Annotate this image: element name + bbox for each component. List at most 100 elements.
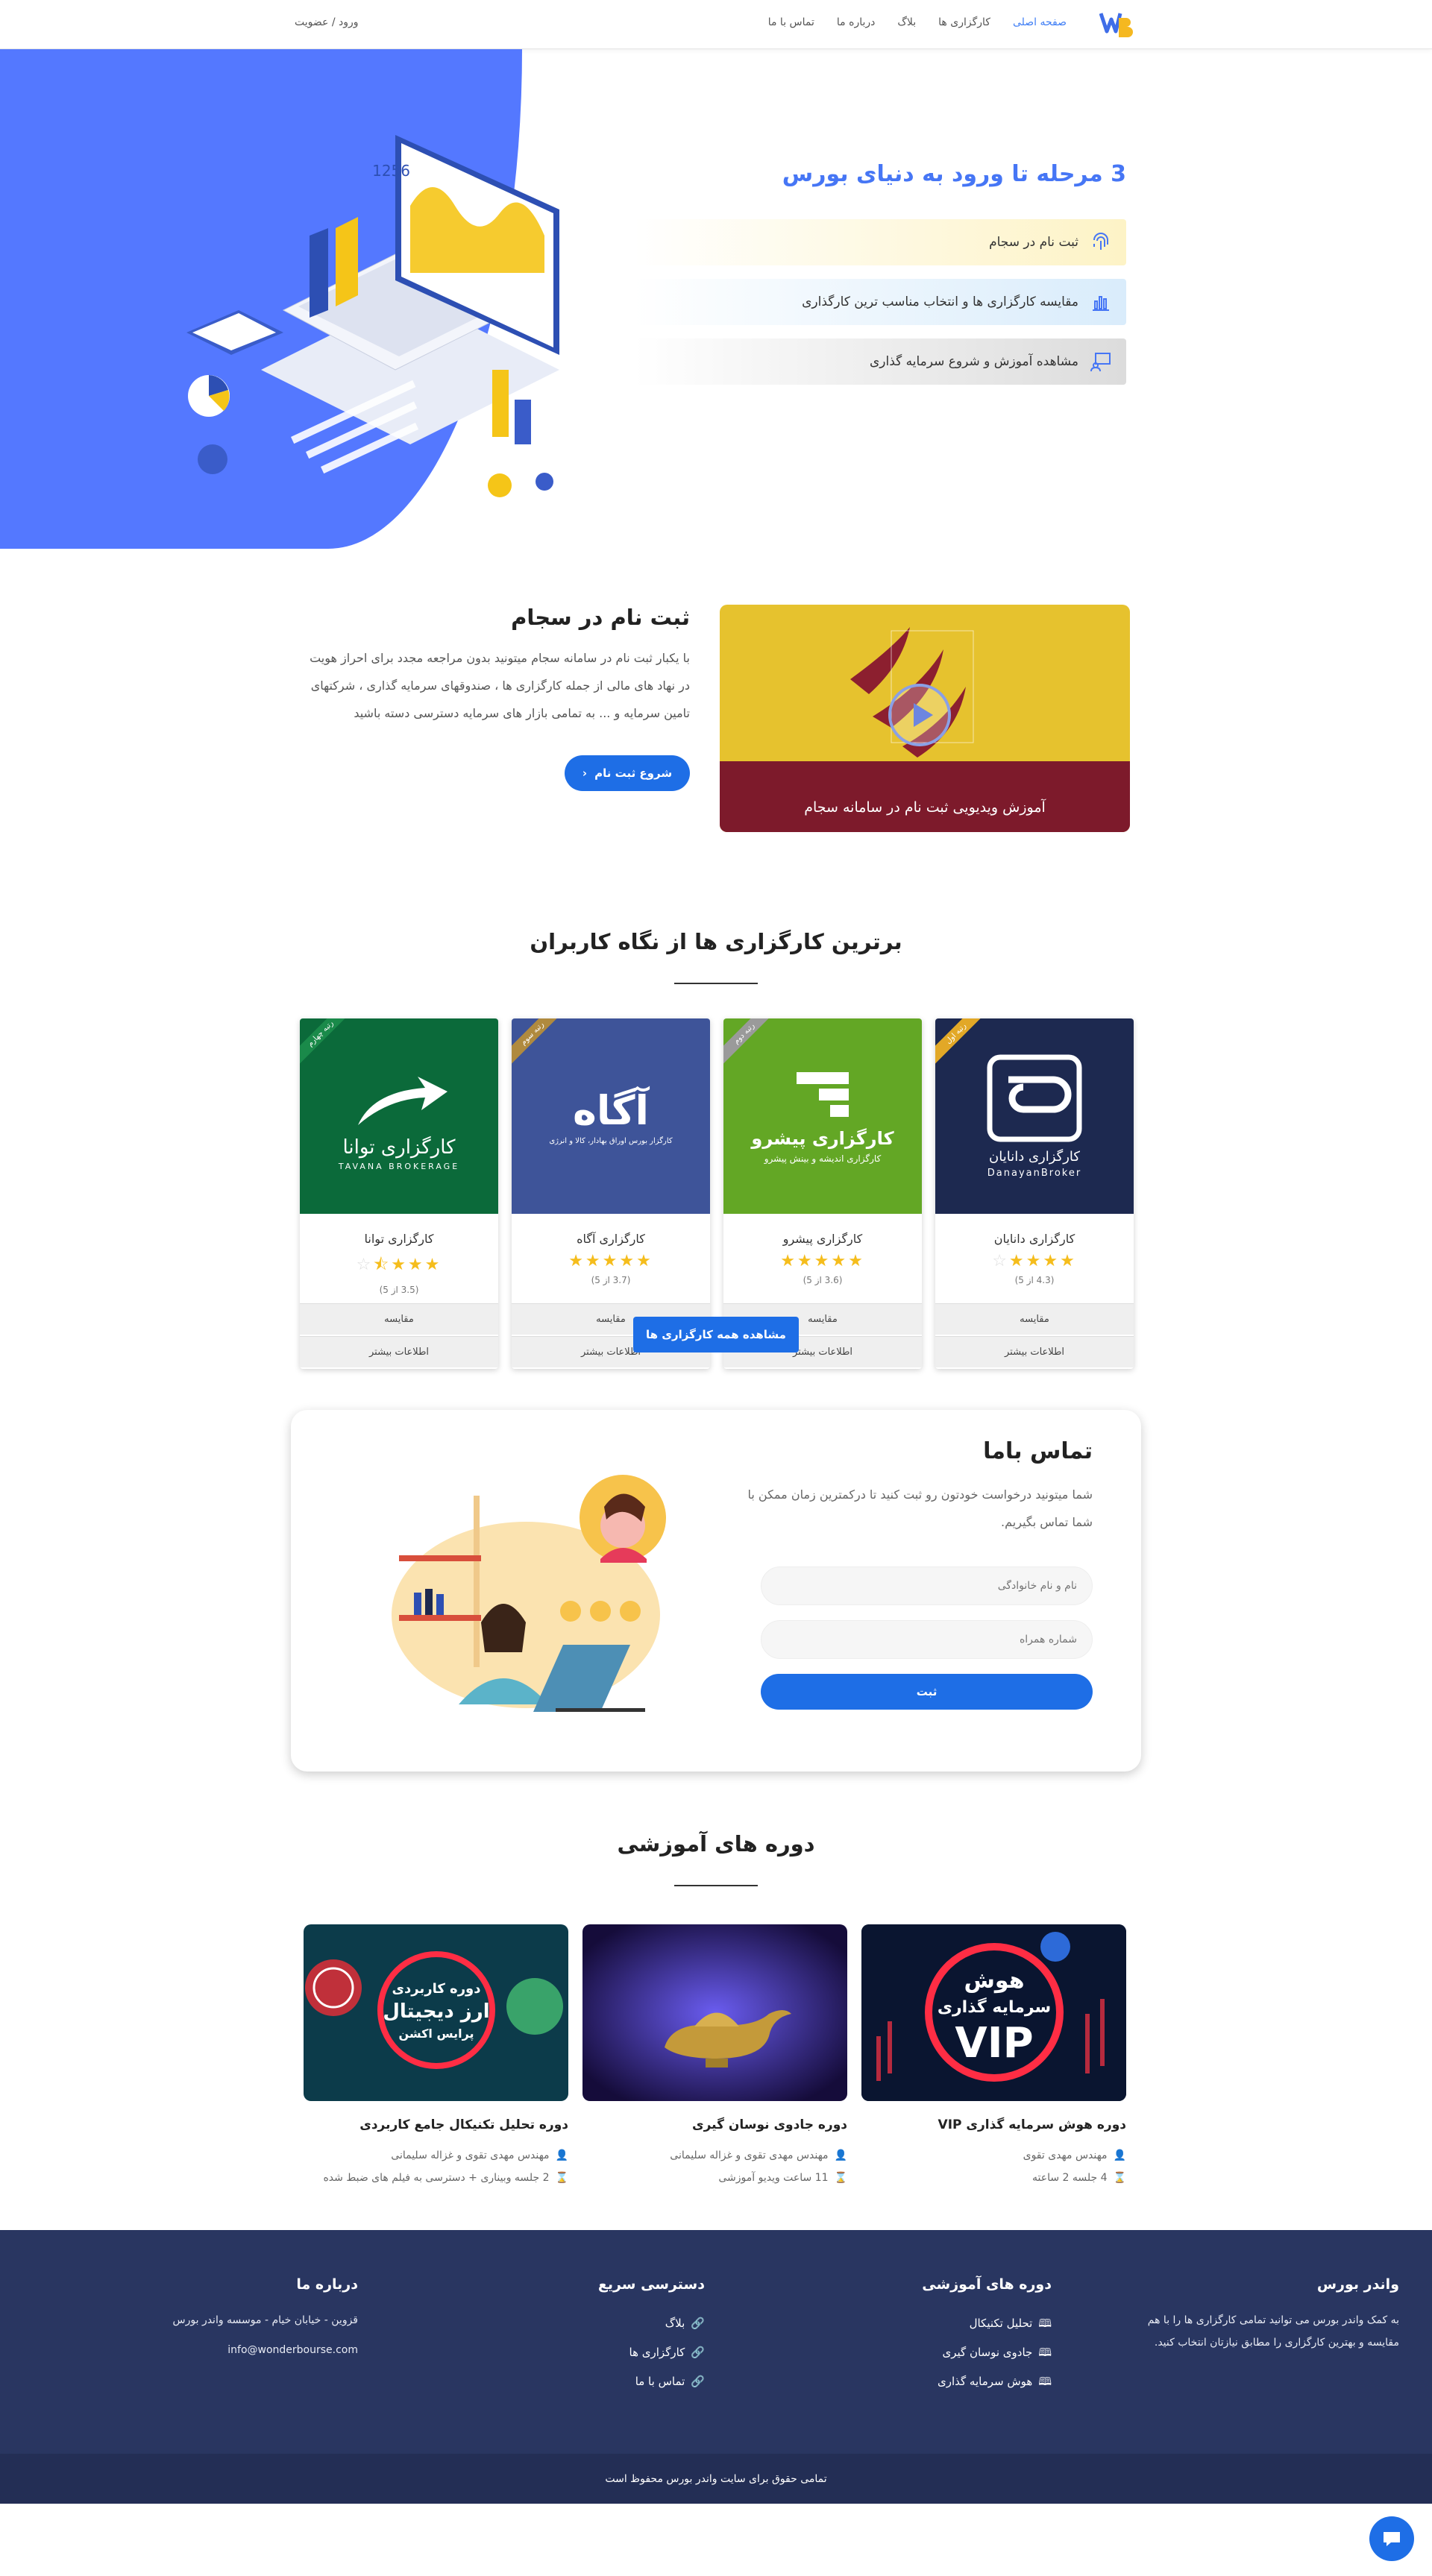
- book-icon: 🕮: [1038, 2317, 1052, 2330]
- course-image: دوره کاربردی ارز دیجیتال پرایس اکشن: [304, 1924, 568, 2101]
- course-image: [582, 1924, 847, 2101]
- user-icon: 👤: [834, 2150, 847, 2161]
- footer-link[interactable]: 🔗 بلاگ: [598, 2309, 705, 2338]
- hourglass-icon: ⌛: [555, 2172, 568, 2184]
- main-nav: صفحه اصلی کارگزاری ها بلاگ درباره ما تما…: [768, 16, 1067, 28]
- title-divider: [674, 983, 758, 984]
- sejam-section: آموزش ویدیویی ثبت نام در سامانه سجام ثبت…: [0, 549, 1432, 862]
- course-card-vip[interactable]: هوش سرمایه گذاری VIP دوره هوش سرمایه گذا…: [861, 1924, 1126, 2189]
- video-bar: [720, 761, 1130, 832]
- course-title[interactable]: دوره تحلیل تکنیکال جامع کاربردی: [304, 2117, 568, 2132]
- footer-link[interactable]: 🕮 هوش سرمایه گذاری: [922, 2367, 1052, 2396]
- tavana-logo-icon: [358, 1076, 448, 1125]
- footer-courses: دوره های آموزشی 🕮 تحلیل تکنیکال 🕮 جادوی نو…: [922, 2276, 1052, 2396]
- broker-name: کارگزاری پیشرو: [782, 1232, 863, 1246]
- course-card-swing[interactable]: دوره جادوی نوسان گیری 👤 مهندس مهدی تقوی و…: [582, 1924, 847, 2189]
- courses-title: دوره های آموزشی: [617, 1831, 815, 1857]
- button-label: شروع ثبت نام: [594, 766, 673, 780]
- step-label: مقایسه کارگزاری ها و انتخاب مناسب ترین ک…: [802, 295, 1078, 309]
- course-teacher: مهندس مهدی تقوی و غزاله سلیمانی: [670, 2150, 829, 2161]
- rank-ribbon: رتبه دوم: [723, 1018, 780, 1075]
- broker-logo: کارگزاری توانا TAVANA BROKERAGE رتبه چها…: [300, 1018, 498, 1214]
- logo-text: کارگزاری پیشرو: [751, 1128, 894, 1149]
- steps-title: 3 مرحله تا ورود به دنیای بورس: [782, 161, 1126, 187]
- step-sejam[interactable]: ثبت نام در سجام: [634, 219, 1126, 265]
- footer-email[interactable]: info@wonderbourse.com: [173, 2339, 358, 2361]
- video-caption: آموزش ویدیویی ثبت نام در سامانه سجام: [804, 799, 1046, 816]
- hourglass-icon: ⌛: [1113, 2172, 1126, 2184]
- course-art-text: ارز دیجیتال: [383, 2000, 489, 2023]
- submit-button[interactable]: ثبت: [761, 1674, 1093, 1710]
- broker-name: کارگزاری آگاه: [577, 1232, 645, 1246]
- course-card-technical[interactable]: دوره کاربردی ارز دیجیتال پرایس اکشن دوره…: [304, 1924, 568, 2189]
- hero-section: 1256 3 مرحله تا ورود به دنیای بورس ثبت ن…: [0, 49, 1432, 549]
- course-art-text: دوره کاربردی: [392, 1981, 481, 1997]
- more-info-button[interactable]: اطلاعات بیشتر: [935, 1336, 1134, 1367]
- course-title[interactable]: دوره هوش سرمایه گذاری VIP: [861, 2117, 1126, 2132]
- link-icon: 🔗: [691, 2346, 705, 2359]
- course-duration: 2 جلسه وبیناری + دسترسی به فیلم های ضبط …: [323, 2172, 550, 2184]
- bar-chart-icon: [1089, 290, 1113, 314]
- view-all-brokers-button[interactable]: مشاهده همه کارگزاری ها: [633, 1317, 799, 1352]
- footer-heading: دوره های آموزشی: [922, 2276, 1052, 2293]
- course-title[interactable]: دوره جادوی نوسان گیری: [582, 2117, 847, 2132]
- broker-logo: کارگزاری پیشرو کارگزاری اندیشه و بینش پی…: [723, 1018, 922, 1214]
- contact-title: تماس باما: [983, 1438, 1093, 1464]
- step-compare[interactable]: مقایسه کارگزاری ها و انتخاب مناسب ترین ک…: [634, 279, 1126, 325]
- footer-link[interactable]: 🔗 تماس با ما: [598, 2367, 705, 2396]
- art-number: 1256: [372, 162, 410, 180]
- course-vip-art: هوش سرمایه گذاری VIP: [861, 1924, 1126, 2101]
- nav-contact[interactable]: تماس با ما: [768, 16, 814, 28]
- broker-logo: کارگزاری دانایان DanayanBroker رتبه اول: [935, 1018, 1134, 1214]
- link-icon: 🔗: [691, 2375, 705, 2388]
- broker-card-tavana[interactable]: کارگزاری توانا TAVANA BROKERAGE رتبه چها…: [300, 1018, 498, 1369]
- brokers-section: برترین کارگزاری ها از نگاه کاربران کارگز…: [0, 862, 1432, 1391]
- rating-text: (3.7 از 5): [591, 1275, 631, 1285]
- copyright-bar: تمامی حقوق برای سایت واندر بورس محفوظ اس…: [0, 2454, 1432, 2504]
- footer-link[interactable]: 🕮 تحلیل تکنیکال: [922, 2309, 1052, 2338]
- phone-input[interactable]: [761, 1620, 1093, 1659]
- start-register-button[interactable]: شروع ثبت نام ‹: [565, 755, 690, 791]
- nav-brokers[interactable]: کارگزاری ها: [938, 16, 990, 28]
- compare-button[interactable]: مقایسه: [300, 1303, 498, 1335]
- footer-address: قزوین - خیابان خیام - موسسه واندر بورس: [172, 2314, 358, 2326]
- title-divider: [674, 1885, 758, 1886]
- step-learn[interactable]: مشاهده آموزش و شروع سرمایه گذاری: [634, 338, 1126, 385]
- footer-link[interactable]: 🔗 کارگزاری ها: [598, 2338, 705, 2367]
- site-logo[interactable]: [1099, 9, 1134, 39]
- brokers-title: برترین کارگزاری ها از نگاه کاربران: [530, 929, 902, 954]
- footer-link[interactable]: 🕮 جادوی نوسان گیری: [922, 2338, 1052, 2367]
- course-meta: 👤 مهندس مهدی تقوی ⌛ 4 جلسه 2 ساعته: [861, 2144, 1126, 2189]
- footer-contact: درباره ما قزوین - خیابان خیام - موسسه وا…: [173, 2276, 358, 2361]
- name-input[interactable]: [761, 1566, 1093, 1605]
- step-label: مشاهده آموزش و شروع سرمایه گذاری: [869, 354, 1078, 369]
- login-link[interactable]: ورود / عضویت: [295, 16, 359, 28]
- magic-lamp-art: [582, 1924, 847, 2101]
- chat-button[interactable]: [1369, 2516, 1414, 2561]
- user-icon: 👤: [555, 2150, 568, 2161]
- sejam-description: با یکبار ثبت نام در سامانه سجام میتونید …: [310, 651, 690, 720]
- course-meta: 👤 مهندس مهدی تقوی و غزاله سلیمانی ⌛ 2 جلسه…: [304, 2144, 568, 2189]
- play-icon[interactable]: [884, 679, 955, 751]
- footer-heading: درباره ما: [296, 2276, 358, 2293]
- course-meta: 👤 مهندس مهدی تقوی و غزاله سلیمانی ⌛ 11 ساع…: [582, 2144, 847, 2189]
- nav-blog[interactable]: بلاگ: [897, 16, 916, 28]
- user-icon: 👤: [1113, 2150, 1126, 2161]
- nav-home[interactable]: صفحه اصلی: [1013, 16, 1067, 28]
- star-rating: ★★★★★: [780, 1252, 865, 1270]
- star-rating: ★★★★★: [568, 1252, 653, 1270]
- logo-text: کارگزاری دانایان: [989, 1149, 1080, 1165]
- course-art-text: VIP: [955, 2019, 1033, 2068]
- broker-card-danayan[interactable]: کارگزاری دانایان DanayanBroker رتبه اول …: [935, 1018, 1134, 1369]
- sejam-video[interactable]: آموزش ویدیویی ثبت نام در سامانه سجام: [720, 605, 1130, 832]
- site-header: صفحه اصلی کارگزاری ها بلاگ درباره ما تما…: [0, 0, 1432, 49]
- rank-ribbon: رتبه چهارم: [300, 1018, 357, 1075]
- course-duration: 4 جلسه 2 ساعته: [1032, 2172, 1108, 2184]
- compare-button[interactable]: مقایسه: [935, 1303, 1134, 1335]
- pishro-logo-icon: [797, 1072, 849, 1117]
- nav-about[interactable]: درباره ما: [837, 16, 875, 28]
- logo-subtext: کارگزار بورس اوراق بهادار، کالا و انرژی: [549, 1137, 673, 1145]
- hourglass-icon: ⌛: [834, 2172, 847, 2184]
- rating-text: (3.6 از 5): [803, 1275, 843, 1285]
- more-info-button[interactable]: اطلاعات بیشتر: [300, 1336, 498, 1367]
